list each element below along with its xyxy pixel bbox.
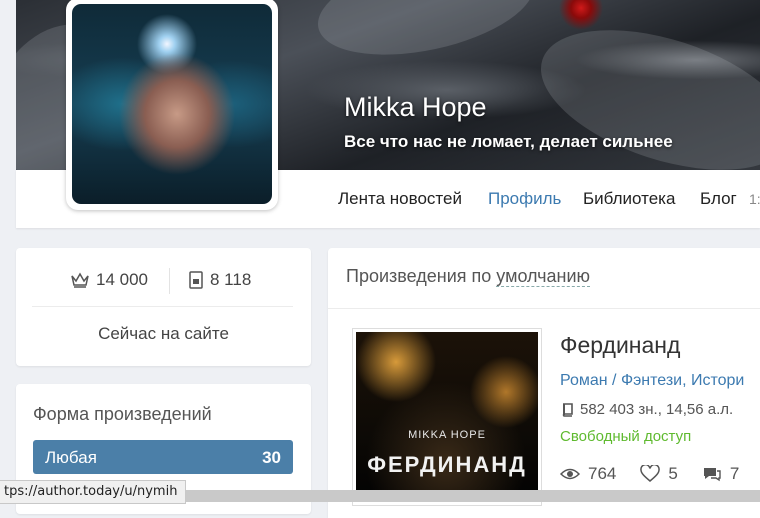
stats-card: 14 000 8 118 Сейчас на сайте bbox=[16, 248, 311, 366]
rating-stat: 14 000 bbox=[70, 270, 148, 290]
book-cover-image: MIKKA HOPE ФЕРДИНАНД bbox=[356, 332, 538, 502]
nav-feed[interactable]: Лента новостей bbox=[338, 189, 462, 209]
likes-metric[interactable]: 5 bbox=[640, 464, 678, 484]
heart-icon bbox=[640, 465, 661, 482]
avatar-image bbox=[72, 4, 272, 204]
book-metrics: 764 5 7 bbox=[560, 464, 760, 484]
works-card: Произведения по умолчанию MIKKA HOPE ФЕР… bbox=[328, 248, 760, 518]
views-metric: 764 bbox=[560, 464, 616, 484]
crown-icon bbox=[71, 272, 89, 288]
works-sort-toggle[interactable]: умолчанию bbox=[496, 266, 591, 287]
followers-stat: 8 118 bbox=[188, 270, 251, 290]
forms-filter-count: 30 bbox=[262, 448, 281, 467]
comments-icon bbox=[703, 468, 721, 482]
views-count: 764 bbox=[588, 464, 617, 483]
rating-value: 14 000 bbox=[96, 270, 148, 289]
eye-icon bbox=[560, 468, 580, 480]
stat-divider bbox=[169, 268, 170, 294]
followers-value: 8 118 bbox=[210, 270, 252, 289]
book-title[interactable]: Фердинанд bbox=[560, 332, 680, 359]
banner-decoration bbox=[309, 0, 543, 72]
book-size-icon bbox=[562, 402, 573, 417]
works-title-text: Произведения по bbox=[346, 266, 497, 286]
nav-profile[interactable]: Профиль bbox=[488, 189, 561, 209]
genre-link[interactable]: Фэнтези bbox=[621, 372, 682, 389]
cover-title: ФЕРДИНАНД bbox=[367, 452, 527, 477]
comments-count: 7 bbox=[729, 464, 740, 483]
book-genres: Роман / Фэнтези, Истори bbox=[560, 372, 744, 390]
access-status: Свободный доступ bbox=[560, 428, 692, 445]
forms-filter-label: Любая bbox=[45, 448, 97, 467]
genre-link[interactable]: Истори bbox=[691, 372, 744, 389]
avatar[interactable] bbox=[66, 0, 278, 210]
works-divider bbox=[328, 308, 760, 309]
cover-author: MIKKA HOPE bbox=[408, 429, 486, 441]
status-bar-url: tps://author.today/u/nymih bbox=[0, 480, 187, 504]
forms-title: Форма произведений bbox=[33, 404, 212, 424]
book-size: 582 403 зн., 14,56 а.л. bbox=[560, 401, 733, 418]
comments-metric[interactable]: 7 bbox=[702, 464, 739, 484]
profile-slogan: Все что нас не ломает, делает сильнее bbox=[344, 132, 673, 151]
genre-separator: , bbox=[682, 372, 691, 389]
book-cover[interactable]: MIKKA HOPE ФЕРДИНАНД bbox=[352, 328, 542, 506]
likes-count: 5 bbox=[668, 464, 678, 483]
genre-link[interactable]: Роман bbox=[560, 372, 608, 389]
stats-divider bbox=[32, 306, 293, 307]
book-size-value: 582 403 зн., 14,56 а.л. bbox=[580, 401, 734, 418]
forms-filter-any[interactable]: Любая 30 bbox=[33, 440, 293, 474]
profile-name: Mikka Hope bbox=[344, 92, 487, 122]
nav-blog-count: 1: bbox=[749, 191, 760, 207]
online-status: Сейчас на сайте bbox=[98, 324, 229, 343]
genre-separator: / bbox=[607, 372, 621, 389]
nav-library[interactable]: Библиотека bbox=[583, 189, 675, 209]
nav-blog[interactable]: Блог bbox=[700, 189, 737, 209]
book-icon bbox=[189, 271, 203, 289]
works-title: Произведения по умолчанию bbox=[346, 266, 591, 287]
